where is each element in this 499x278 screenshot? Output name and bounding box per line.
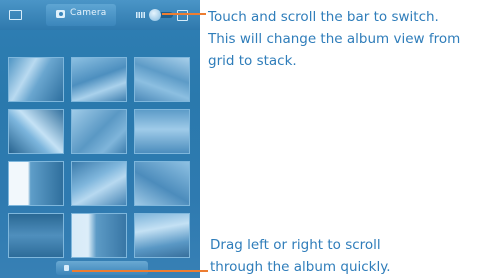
grid-view-icon	[136, 12, 146, 18]
photo-thumbnail[interactable]	[71, 161, 127, 206]
album-tab[interactable]: Camera	[46, 4, 116, 26]
scrubber-grip-icon[interactable]	[64, 265, 69, 271]
photo-thumbnail[interactable]	[134, 161, 190, 206]
photo-thumbnail[interactable]	[8, 161, 64, 206]
album-scrubber[interactable]	[56, 261, 148, 275]
photo-thumbnail[interactable]	[8, 109, 64, 154]
photo-thumbnail[interactable]	[134, 109, 190, 154]
phone-screen: Camera	[0, 0, 200, 278]
photo-thumbnail[interactable]	[71, 109, 127, 154]
photo-thumbnail[interactable]	[8, 213, 64, 258]
callout-line: Touch and scroll the bar to switch.	[208, 9, 439, 25]
callout-line: This will change the album view from	[208, 31, 461, 47]
switch-leader-line	[162, 13, 206, 15]
switch-callout: Touch and scroll the bar to switch. This…	[208, 6, 498, 72]
photo-thumbnail[interactable]	[134, 213, 190, 258]
scroll-callout: Drag left or right to scroll through the…	[210, 234, 480, 278]
home-icon[interactable]	[9, 10, 22, 20]
album-label: Camera	[70, 8, 107, 18]
callout-line: Drag left or right to scroll	[210, 237, 381, 253]
switch-knob[interactable]	[149, 9, 161, 21]
photo-thumbnail[interactable]	[8, 57, 64, 102]
callout-line: grid to stack.	[208, 53, 297, 69]
stack-view-icon	[177, 10, 188, 21]
photo-thumbnail[interactable]	[71, 57, 127, 102]
title-bar: Camera	[0, 0, 200, 30]
view-switch[interactable]	[134, 6, 190, 24]
callout-line: through the album quickly.	[210, 259, 391, 275]
camera-icon	[56, 10, 65, 18]
thumbnail-grid	[8, 57, 192, 258]
scroll-leader-line	[72, 270, 208, 272]
photo-thumbnail[interactable]	[134, 57, 190, 102]
photo-thumbnail[interactable]	[71, 213, 127, 258]
